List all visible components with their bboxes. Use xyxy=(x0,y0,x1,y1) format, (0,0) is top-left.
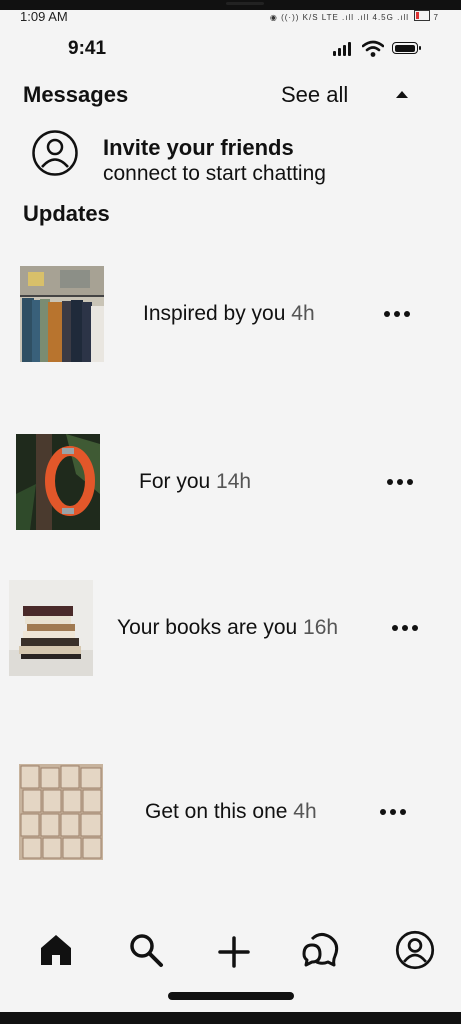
status-clock: 9:41 xyxy=(68,38,107,59)
collapse-caret-icon[interactable] xyxy=(396,91,408,98)
ios-status-bar: 9:41 xyxy=(0,36,461,62)
update-title: For you xyxy=(139,470,211,493)
more-options-icon[interactable] xyxy=(387,479,413,485)
nav-messages[interactable] xyxy=(300,928,340,972)
update-text: Get on this one 4h xyxy=(145,800,317,824)
update-time: 16h xyxy=(303,616,339,639)
update-text: Inspired by you 4h xyxy=(143,302,315,326)
nav-search[interactable] xyxy=(126,928,166,972)
chat-icon xyxy=(302,932,339,967)
nav-home[interactable] xyxy=(36,928,76,972)
battery-low-icon xyxy=(414,10,431,21)
battery-level: 7 xyxy=(433,13,439,22)
wifi-icon xyxy=(362,40,384,57)
book-stack-thumbnail xyxy=(9,580,93,676)
invite-friends-row[interactable]: Invite your friends connect to start cha… xyxy=(30,128,440,186)
bottom-navigation xyxy=(0,920,461,990)
update-item[interactable]: Your books are you 16h xyxy=(0,578,461,678)
system-indicators: ◉ ((·)) K/S LTE .ıll .ıll 4.5G .ıll 7 xyxy=(270,9,439,22)
update-title: Get on this one xyxy=(145,800,288,823)
invite-subtitle: connect to start chatting xyxy=(103,162,326,185)
plus-icon xyxy=(218,936,250,968)
home-icon xyxy=(41,935,71,965)
clothes-rack-thumbnail xyxy=(20,266,104,362)
more-options-icon[interactable] xyxy=(384,311,410,317)
nav-profile[interactable] xyxy=(395,928,435,972)
book-pages-thumbnail xyxy=(19,764,103,860)
updates-heading: Updates xyxy=(23,201,110,226)
top-indicator xyxy=(226,2,264,5)
update-item[interactable]: Get on this one 4h xyxy=(0,762,461,862)
home-indicator[interactable] xyxy=(168,992,294,1000)
battery-icon xyxy=(392,42,421,54)
update-time: 4h xyxy=(291,302,315,325)
messages-heading: Messages xyxy=(23,82,129,107)
update-item[interactable]: Inspired by you 4h xyxy=(0,264,461,364)
see-all-link[interactable]: See all xyxy=(281,82,348,108)
update-time: 14h xyxy=(216,470,252,493)
bottom-system-bar xyxy=(0,1012,461,1024)
profile-icon xyxy=(395,930,435,970)
system-time: 1:09 AM xyxy=(20,9,68,24)
update-text: Your books are you 16h xyxy=(117,616,338,640)
android-status-bar: 1:09 AM ◉ ((·)) K/S LTE .ıll .ıll 4.5G .… xyxy=(0,9,461,26)
network-indicators: ◉ ((·)) K/S LTE .ıll .ıll 4.5G .ıll xyxy=(269,13,410,22)
search-icon xyxy=(130,934,163,967)
update-text: For you 14h xyxy=(139,470,251,494)
update-title: Inspired by you xyxy=(143,302,286,325)
update-time: 4h xyxy=(293,800,317,823)
invite-title: Invite your friends xyxy=(103,135,294,160)
more-options-icon[interactable] xyxy=(392,625,418,631)
user-avatar-icon xyxy=(32,130,78,176)
update-item[interactable]: For you 14h xyxy=(0,432,461,532)
nav-create[interactable] xyxy=(214,928,254,972)
more-options-icon[interactable] xyxy=(380,809,406,815)
update-title: Your books are you xyxy=(117,616,298,639)
signal-icon xyxy=(333,42,351,56)
life-ring-thumbnail xyxy=(16,434,100,530)
